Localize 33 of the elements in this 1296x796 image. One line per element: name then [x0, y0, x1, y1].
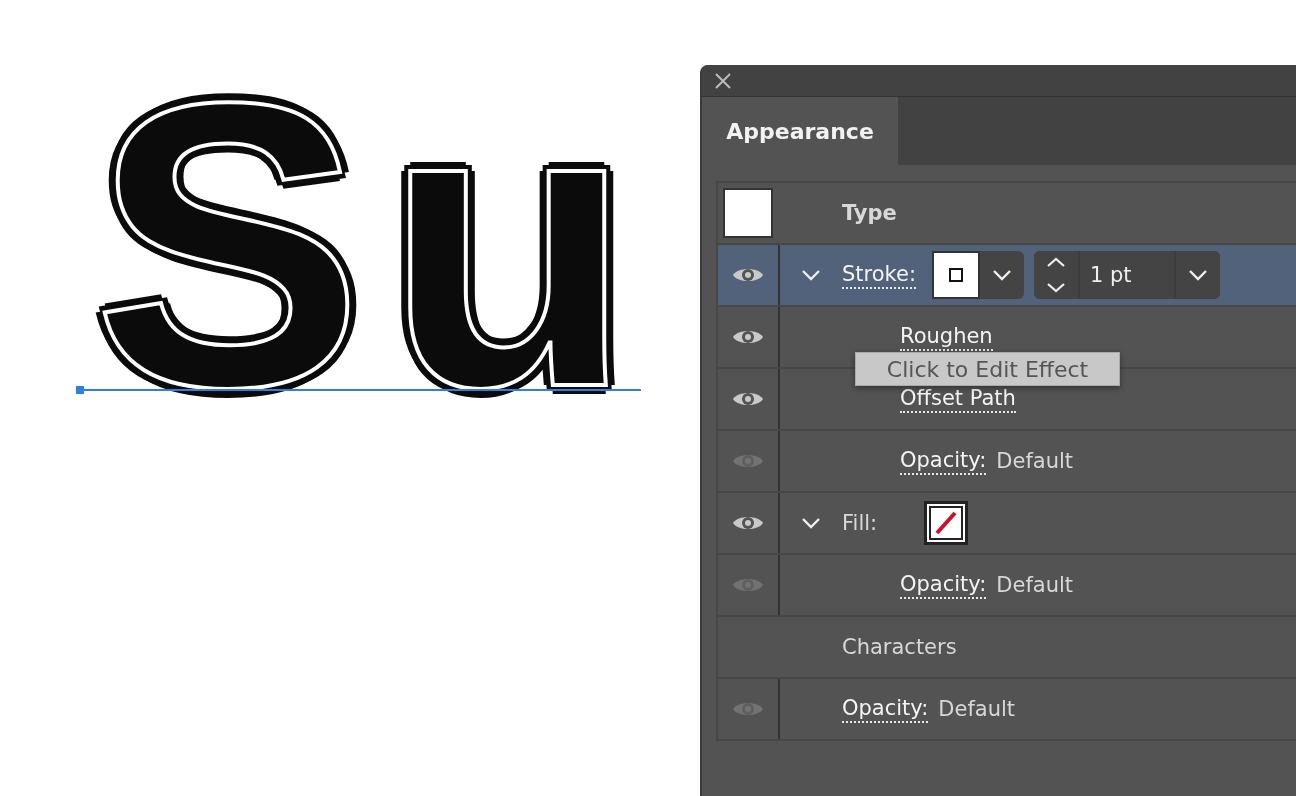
stroke-swatch[interactable] — [932, 251, 980, 299]
appearance-row[interactable]: Opacity: Default — [718, 431, 1296, 493]
panel-tab[interactable]: Appearance — [702, 97, 898, 165]
tooltip: Click to Edit Effect — [855, 352, 1120, 386]
chevron-icon[interactable] — [801, 269, 821, 281]
opacity-link[interactable]: Opacity: — [900, 571, 987, 599]
opacity-value: Default — [996, 449, 1074, 473]
chevron-icon[interactable] — [1188, 269, 1208, 281]
chevron-icon[interactable] — [801, 517, 821, 529]
appearance-row[interactable]: Opacity: Default — [718, 679, 1296, 741]
swatch-dropdown-button[interactable] — [980, 251, 1024, 299]
opacity-link[interactable]: Opacity: — [900, 447, 987, 475]
appearance-row[interactable]: Characters — [718, 617, 1296, 679]
chevron-icon[interactable] — [992, 269, 1012, 281]
appearance-row[interactable]: Fill: — [718, 493, 1296, 555]
fill-none-swatch[interactable] — [924, 501, 969, 545]
stepper-arrows-icon — [1045, 255, 1067, 295]
weight-dropdown-button[interactable] — [1176, 251, 1220, 299]
target-thumbnail — [723, 188, 773, 238]
none-slash-icon — [929, 506, 964, 540]
opacity-link[interactable]: Opacity: — [842, 695, 929, 723]
characters-label: Characters — [842, 635, 957, 659]
close-icon — [714, 71, 732, 90]
weight-stepper[interactable] — [1034, 251, 1078, 299]
opacity-value: Default — [996, 573, 1074, 597]
stroke-label[interactable]: Stroke: — [842, 261, 916, 289]
opacity-value: Default — [938, 697, 1016, 721]
weight-field[interactable]: 1 pt — [1080, 251, 1174, 299]
fill-label: Fill: — [842, 511, 878, 535]
appearance-row[interactable]: Stroke: 1 pt — [718, 245, 1296, 307]
target-label: Type — [842, 201, 897, 225]
appearance-row[interactable]: Opacity: Default — [718, 555, 1296, 617]
square-icon — [949, 268, 963, 282]
